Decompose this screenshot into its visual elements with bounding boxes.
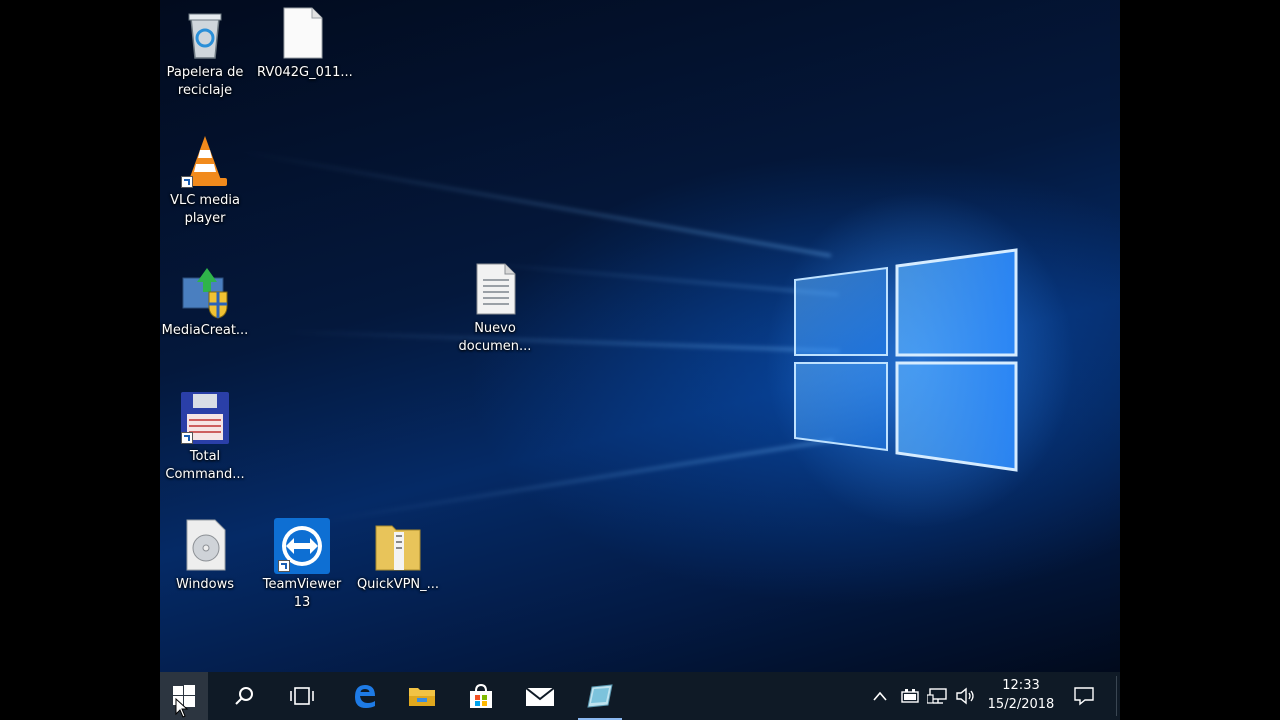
active-app-icon bbox=[587, 684, 613, 708]
battery-icon bbox=[901, 689, 919, 703]
desktop-icon-label: Papelera de reciclaje bbox=[166, 65, 244, 98]
volume-icon bbox=[956, 687, 974, 705]
media-creation-icon bbox=[177, 264, 233, 320]
mail-icon bbox=[525, 687, 555, 706]
action-center-button[interactable] bbox=[1070, 672, 1098, 720]
search-button[interactable] bbox=[220, 672, 268, 720]
clock-time: 12:33 bbox=[1002, 678, 1040, 693]
desktop-icon-label: VLC media player bbox=[170, 193, 240, 226]
desktop-icon-label: Windows bbox=[175, 577, 235, 592]
text-document-icon bbox=[467, 262, 523, 318]
zip-folder-icon bbox=[370, 518, 426, 574]
store-icon bbox=[470, 683, 492, 708]
disc-image-icon bbox=[177, 518, 233, 574]
edge-taskbar-button[interactable] bbox=[340, 672, 388, 720]
edge-icon bbox=[355, 685, 375, 708]
desktop-icon-label: Total Command... bbox=[165, 449, 245, 482]
chevron-up-icon bbox=[873, 691, 887, 701]
taskbar-clock[interactable]: 12:33 15/2/2018 bbox=[986, 676, 1056, 714]
desktop-icon-label: RV042G_011... bbox=[257, 65, 353, 80]
volume-control[interactable] bbox=[952, 672, 980, 720]
desktop-icon-recycle-bin[interactable]: Papelera de reciclaje bbox=[160, 6, 250, 100]
mail-button[interactable] bbox=[516, 672, 564, 720]
recycle-bin-icon bbox=[177, 6, 233, 62]
active-app-button[interactable] bbox=[576, 672, 624, 720]
show-desktop-divider[interactable] bbox=[1116, 676, 1117, 716]
desktop-icon-teamviewer[interactable]: TeamViewer 13 bbox=[257, 518, 347, 612]
taskbar: 12:33 15/2/2018 bbox=[160, 672, 1120, 720]
desktop-icon-nuevo-documento[interactable]: Nuevo documen... bbox=[450, 262, 540, 356]
file-explorer-icon bbox=[409, 688, 435, 706]
desktop-icon-media-creation[interactable]: MediaCreat... bbox=[160, 264, 250, 340]
search-icon bbox=[235, 687, 253, 705]
task-view-icon bbox=[290, 687, 314, 705]
desktop-icon-total-commander[interactable]: Total Command... bbox=[160, 390, 250, 484]
desktop-icon-rv042g-file[interactable]: RV042G_011... bbox=[257, 6, 353, 82]
vlc-icon bbox=[177, 134, 233, 190]
start-button[interactable] bbox=[160, 672, 208, 720]
network-status[interactable] bbox=[924, 672, 952, 720]
total-commander-icon bbox=[177, 390, 233, 446]
desktop-icon-label: Nuevo documen... bbox=[458, 321, 532, 354]
show-hidden-icons-button[interactable] bbox=[866, 672, 894, 720]
network-icon bbox=[927, 688, 947, 704]
desktop-icon-label: TeamViewer 13 bbox=[262, 577, 342, 610]
notification-icon bbox=[1074, 687, 1094, 706]
blank-file-icon bbox=[274, 6, 330, 62]
desktop-icon-windows-iso[interactable]: Windows bbox=[160, 518, 250, 594]
mouse-cursor-icon bbox=[175, 698, 189, 718]
battery-status[interactable] bbox=[896, 672, 924, 720]
file-explorer-button[interactable] bbox=[398, 672, 446, 720]
desktop-icon-label: QuickVPN_... bbox=[356, 577, 440, 592]
desktop-icon-quickvpn[interactable]: QuickVPN_... bbox=[353, 518, 443, 594]
desktop-screen: Papelera de reciclaje RV042G_011... VLC … bbox=[160, 0, 1120, 720]
desktop-icon-label: MediaCreat... bbox=[161, 323, 249, 338]
desktop-icon-vlc[interactable]: VLC media player bbox=[160, 134, 250, 228]
task-view-button[interactable] bbox=[278, 672, 326, 720]
store-button[interactable] bbox=[457, 672, 505, 720]
clock-date: 15/2/2018 bbox=[987, 697, 1055, 712]
teamviewer-icon bbox=[274, 518, 330, 574]
